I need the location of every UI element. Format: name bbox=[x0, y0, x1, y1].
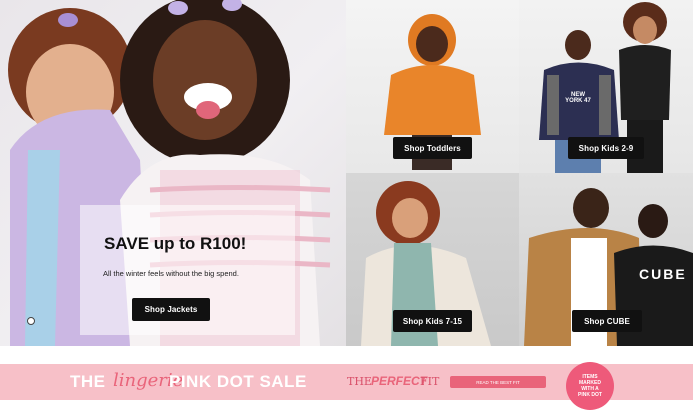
banner-perfect: PERFECT bbox=[371, 374, 428, 388]
shop-jackets-button[interactable]: Shop Jackets bbox=[132, 298, 210, 321]
banner-pink-dot-sale: PINK DOT SALE bbox=[169, 372, 307, 391]
hero-title: SAVE up to R100! bbox=[104, 234, 247, 253]
badge-line: PINK DOT bbox=[578, 392, 602, 398]
shirt-print-cube: CUBE bbox=[639, 266, 687, 282]
banner-the-perfect-prefix: THE bbox=[347, 375, 372, 388]
shop-kids-2-9-button[interactable]: Shop Kids 2-9 bbox=[568, 137, 644, 159]
tile-cube[interactable]: CUBE Shop CUBE bbox=[519, 173, 693, 346]
tile-toddlers[interactable]: Shop Toddlers bbox=[346, 0, 519, 173]
tile-kids-2-9[interactable]: NEW YORK 47 Shop Kids 2-9 bbox=[519, 0, 693, 173]
banner-fit: FIT bbox=[420, 375, 440, 388]
shop-kids-7-15-button[interactable]: Shop Kids 7-15 bbox=[393, 310, 472, 332]
banner-the: THE bbox=[70, 372, 106, 391]
tile-kids-7-15[interactable]: Shop Kids 7-15 bbox=[346, 173, 519, 346]
carousel-dot[interactable] bbox=[27, 317, 35, 325]
pink-dot-badge: ITEMS MARKED WITH A PINK DOT bbox=[566, 362, 614, 410]
shirt-print-new-york: NEW YORK 47 bbox=[565, 92, 591, 104]
hero-subtitle: All the winter feels without the big spe… bbox=[103, 269, 239, 278]
banner-pill[interactable]: READ THE BEST FIT bbox=[450, 376, 546, 388]
shop-cube-button[interactable]: Shop CUBE bbox=[572, 310, 642, 332]
shop-toddlers-button[interactable]: Shop Toddlers bbox=[393, 137, 472, 159]
hero-photo bbox=[8, 0, 331, 346]
hero-banner[interactable]: SAVE up to R100! All the winter feels wi… bbox=[0, 0, 346, 346]
